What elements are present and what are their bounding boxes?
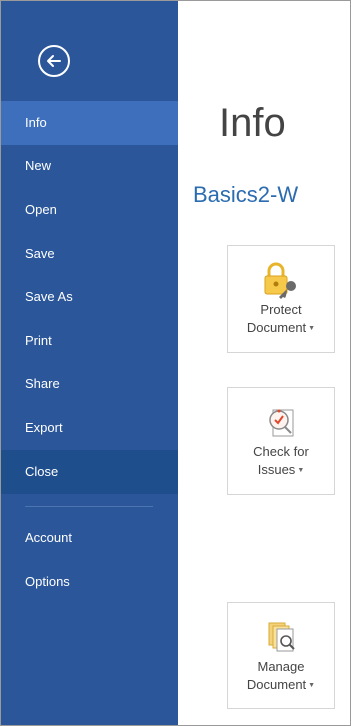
sidebar-item-new[interactable]: New xyxy=(1,144,178,188)
backstage-window: Info New Open Save Save As Print Share E… xyxy=(0,0,351,726)
sidebar-item-print[interactable]: Print xyxy=(1,319,178,363)
protect-document-line1: Protect xyxy=(260,302,302,317)
check-for-issues-line1: Check for xyxy=(253,444,309,459)
dropdown-caret-icon: ▼ xyxy=(308,324,316,332)
page-title: Info xyxy=(219,101,286,145)
lock-key-icon xyxy=(264,262,296,299)
manage-document-line2-wrap: Document ▼ xyxy=(228,675,334,694)
protect-document-button[interactable]: Protect Document ▼ xyxy=(227,245,335,353)
sidebar-item-info[interactable]: Info xyxy=(1,101,178,145)
inspect-document-icon xyxy=(269,409,294,437)
back-arrow-icon xyxy=(47,55,61,67)
sidebar-divider xyxy=(25,506,153,507)
sidebar-item-close[interactable]: Close xyxy=(1,450,178,494)
back-button[interactable] xyxy=(38,45,70,77)
sidebar-item-save-as[interactable]: Save As xyxy=(1,275,178,319)
manage-document-line1: Manage xyxy=(257,659,305,674)
manage-document-button[interactable]: Manage Document ▼ xyxy=(227,602,335,709)
sidebar-item-export[interactable]: Export xyxy=(1,406,178,450)
sidebar-item-share[interactable]: Share xyxy=(1,362,178,406)
sidebar-item-open[interactable]: Open xyxy=(1,188,178,232)
dropdown-caret-icon: ▼ xyxy=(308,681,316,689)
backstage-sidebar: Info New Open Save Save As Print Share E… xyxy=(1,1,178,725)
check-for-issues-button[interactable]: Check for Issues ▼ xyxy=(227,387,335,495)
check-for-issues-line2-wrap: Issues ▼ xyxy=(228,460,334,479)
dropdown-caret-icon: ▼ xyxy=(297,466,305,474)
sidebar-item-account[interactable]: Account xyxy=(1,516,178,560)
manage-document-line2: Document xyxy=(246,677,307,692)
protect-document-line2: Document xyxy=(246,320,307,335)
sidebar-item-save[interactable]: Save xyxy=(1,232,178,276)
info-content: Info Basics2-W Protect Document ▼ Check … xyxy=(178,1,350,725)
sidebar-item-options[interactable]: Options xyxy=(1,560,178,604)
protect-document-line2-wrap: Document ▼ xyxy=(228,318,334,337)
document-name: Basics2-W xyxy=(193,182,299,207)
manage-document-icon xyxy=(268,622,295,652)
check-for-issues-line2: Issues xyxy=(257,462,296,477)
